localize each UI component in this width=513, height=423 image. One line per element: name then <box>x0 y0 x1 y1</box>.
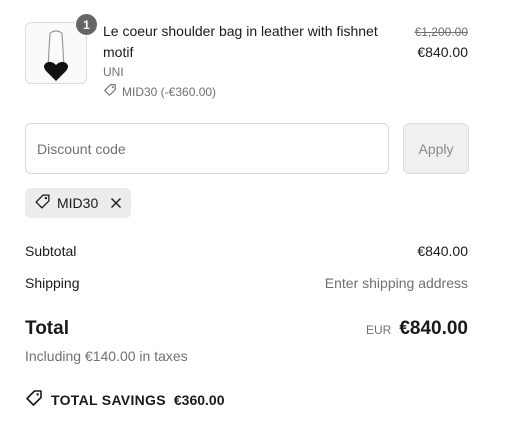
product-discount: MID30 (-€360.00) <box>103 83 216 100</box>
total-label: Total <box>25 318 69 339</box>
product-variant: UNI <box>103 65 124 79</box>
subtotal-label: Subtotal <box>25 243 77 259</box>
quantity-badge: 1 <box>75 13 98 36</box>
shipping-label: Shipping <box>25 275 80 291</box>
applied-discount-chip: MID30 <box>25 188 132 218</box>
product-discount-label: MID30 (-€360.00) <box>122 84 217 99</box>
current-price: €840.00 <box>417 44 468 60</box>
product-title: Le coeur shoulder bag in leather with fi… <box>103 23 378 60</box>
discount-code-input[interactable] <box>25 123 389 174</box>
subtotal-value: €840.00 <box>417 243 468 259</box>
savings-value: €360.00 <box>173 391 225 408</box>
apply-button[interactable]: Apply <box>403 123 469 174</box>
shipping-value: Enter shipping address <box>324 275 468 291</box>
total-amount: EUR €840.00 <box>366 318 468 340</box>
total-savings: TOTAL SAVINGS €360.00 <box>25 389 224 410</box>
applied-discount-code: MID30 <box>57 195 99 211</box>
close-icon[interactable] <box>110 197 122 209</box>
tag-icon <box>103 83 117 100</box>
taxes-note: Including €140.00 in taxes <box>25 348 188 364</box>
original-price: €1,200.00 <box>414 25 468 39</box>
savings-label: TOTAL SAVINGS <box>51 391 166 408</box>
savings-tag-icon <box>25 389 43 410</box>
tag-icon <box>34 193 51 213</box>
total-value: €840.00 <box>399 318 468 339</box>
total-currency: EUR <box>365 323 392 337</box>
